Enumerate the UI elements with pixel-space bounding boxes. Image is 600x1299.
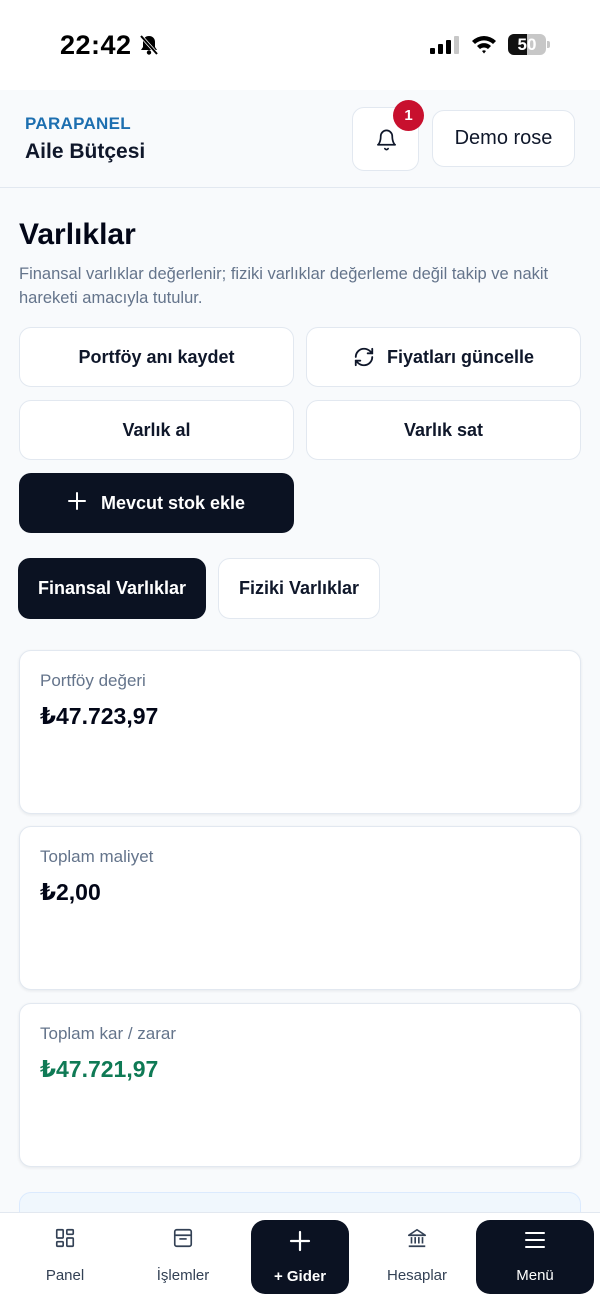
workspace-name: Aile Bütçesi bbox=[25, 140, 146, 163]
status-time: 22:42 bbox=[60, 30, 132, 60]
signal-icon bbox=[430, 36, 459, 54]
wifi-icon bbox=[472, 36, 496, 54]
add-existing-stock-button[interactable]: Mevcut stok ekle bbox=[19, 473, 294, 533]
snapshot-portfolio-button[interactable]: Portföy anı kaydet bbox=[19, 327, 294, 387]
user-menu-button[interactable]: Demo rose bbox=[432, 110, 575, 167]
add-expense-label: + Gider bbox=[273, 1268, 327, 1285]
nav-label: Hesaplar bbox=[386, 1267, 448, 1284]
refresh-icon bbox=[354, 347, 374, 367]
bottom-navigation: Panel İşlemler + Gider Hesaplar Menü bbox=[0, 1212, 600, 1299]
card-value: ₺2,00 bbox=[40, 879, 101, 905]
sell-asset-button[interactable]: Varlık sat bbox=[306, 400, 581, 460]
card-label: Toplam maliyet bbox=[40, 847, 154, 866]
tab-physical-assets[interactable]: Fiziki Varlıklar bbox=[218, 558, 380, 619]
inbox-icon bbox=[173, 1228, 193, 1248]
status-bar: 22:42 50 bbox=[0, 0, 600, 90]
total-profit-loss-card: Toplam kar / zarar ₺47.721,97 bbox=[19, 1003, 581, 1167]
notification-badge: 1 bbox=[393, 100, 424, 131]
hamburger-menu-icon bbox=[525, 1232, 545, 1248]
nav-label: Panel bbox=[45, 1267, 85, 1284]
buy-asset-button[interactable]: Varlık al bbox=[19, 400, 294, 460]
nav-label: İşlemler bbox=[156, 1267, 210, 1284]
total-cost-card: Toplam maliyet ₺2,00 bbox=[19, 826, 581, 990]
page-title: Varlıklar bbox=[19, 218, 136, 251]
plus-icon bbox=[289, 1230, 311, 1252]
card-label: Toplam kar / zarar bbox=[40, 1024, 177, 1043]
tab-financial-assets[interactable]: Finansal Varlıklar bbox=[18, 558, 206, 619]
card-value: ₺47.721,97 bbox=[40, 1056, 159, 1082]
card-value: ₺47.723,97 bbox=[40, 703, 159, 729]
nav-item-transactions[interactable]: İşlemler bbox=[133, 1213, 233, 1299]
nav-label: Menü bbox=[516, 1267, 554, 1284]
app-header: PARAPANEL Aile Bütçesi Demo rose bbox=[0, 90, 600, 188]
nav-item-menu[interactable]: Menü bbox=[476, 1220, 594, 1294]
portfolio-value-card: Portföy değeri ₺47.723,97 bbox=[19, 650, 581, 814]
add-existing-stock-label: Mevcut stok ekle bbox=[101, 493, 246, 513]
brand-name: PARAPANEL bbox=[25, 114, 131, 133]
add-expense-button[interactable]: + Gider bbox=[251, 1220, 349, 1294]
card-label: Portföy değeri bbox=[40, 671, 146, 690]
battery-indicator: 50 bbox=[508, 34, 550, 55]
plus-icon bbox=[68, 492, 86, 510]
dashboard-icon bbox=[55, 1228, 75, 1248]
refresh-prices-label: Fiyatları güncelle bbox=[387, 347, 535, 367]
page-description: Finansal varlıklar değerlenir; fiziki va… bbox=[19, 265, 549, 307]
nav-item-panel[interactable]: Panel bbox=[15, 1213, 115, 1299]
bell-icon bbox=[377, 129, 396, 151]
bell-off-icon bbox=[139, 34, 159, 56]
nav-item-accounts[interactable]: Hesaplar bbox=[367, 1213, 467, 1299]
bank-icon bbox=[407, 1228, 427, 1248]
battery-percent: 50 bbox=[517, 35, 537, 54]
refresh-prices-button[interactable]: Fiyatları güncelle bbox=[306, 327, 581, 387]
